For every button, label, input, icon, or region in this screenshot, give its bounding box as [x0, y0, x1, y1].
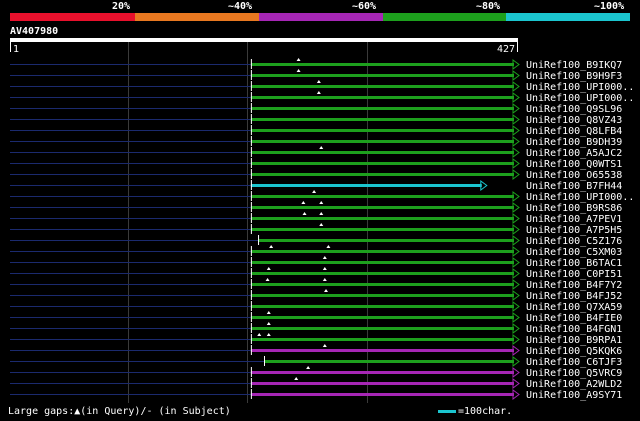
- hit-label: UniRef100_UPI000..: [526, 192, 634, 203]
- gap-marker: [302, 212, 307, 215]
- hit-bar: [250, 283, 514, 286]
- hit-bar: [250, 393, 514, 396]
- gap-marker: [266, 311, 271, 314]
- hit-bar: [250, 338, 514, 341]
- hit-bar: [250, 371, 514, 374]
- gap-marker: [319, 223, 324, 226]
- hit-label: UniRef100_B4FGN1: [526, 324, 622, 335]
- legend-swatch: [438, 409, 456, 413]
- hit-bar: [264, 360, 514, 363]
- hit-label: UniRef100_Q8VZ43: [526, 115, 622, 126]
- hit-bar: [250, 316, 514, 319]
- hit-bar: [250, 272, 514, 275]
- gap-marker: [316, 80, 321, 83]
- gap-marker: [322, 278, 327, 281]
- gap-marker: [266, 333, 271, 336]
- gap-marker: [269, 245, 274, 248]
- gap-marker: [319, 212, 324, 215]
- hit-bar: [250, 129, 514, 132]
- hit-bar: [250, 250, 514, 253]
- hit-bar: [250, 261, 514, 264]
- gap-marker: [322, 256, 327, 259]
- gap-marker: [312, 190, 317, 193]
- hit-bar: [250, 140, 514, 143]
- hit-bar: [250, 206, 514, 209]
- gap-marker: [296, 58, 301, 61]
- hit-label: UniRef100_C5Z176: [526, 236, 622, 247]
- hit-bar: [250, 195, 514, 198]
- gap-marker: [322, 344, 327, 347]
- query-end-label: 427: [497, 44, 515, 55]
- hit-label: UniRef100_A7PEV1: [526, 214, 622, 225]
- hit-label: UniRef100_A2WLD2: [526, 379, 622, 390]
- hit-bar: [250, 63, 514, 66]
- hit-label: UniRef100_Q7XA59: [526, 302, 622, 313]
- query-start-label: 1: [13, 44, 19, 55]
- gap-marker: [296, 69, 301, 72]
- hit-bar: [258, 239, 514, 242]
- gap-marker: [319, 201, 324, 204]
- hit-label: UniRef100_B4F7Y2: [526, 280, 622, 291]
- gap-marker: [319, 146, 324, 149]
- gap-marker: [324, 289, 329, 292]
- hit-bar: [250, 118, 514, 121]
- hit-bar: [250, 349, 514, 352]
- hit-label: UniRef100_Q5VRC9: [526, 368, 622, 379]
- hit-bar: [250, 294, 514, 297]
- hit-label: UniRef100_B9RS86: [526, 203, 622, 214]
- hit-bar: [250, 327, 514, 330]
- hit-label: UniRef100_B4FJ52: [526, 291, 622, 302]
- hit-label: UniRef100_B9RPA1: [526, 335, 622, 346]
- hit-bar: [250, 151, 514, 154]
- hit-label: UniRef100_B9H9F3: [526, 71, 622, 82]
- hit-bar: [250, 184, 482, 187]
- alignment-chart: 1 427UniRef100_B9IKQ7UniRef100_B9H9F3UniR…: [10, 42, 634, 403]
- gap-marker: [306, 366, 311, 369]
- hit-label: UniRef100_UPI000..: [526, 82, 634, 93]
- hit-label: UniRef100_C5XM03: [526, 247, 622, 258]
- gap-marker: [294, 377, 299, 380]
- gaps-legend: Large gaps:▲(in Query)/- (in Subject): [8, 406, 231, 417]
- legend-label: =100char.: [458, 406, 513, 417]
- hit-bar: [250, 107, 514, 110]
- hit-label: UniRef100_C6TJF3: [526, 357, 622, 368]
- hit-label: UniRef100_Q5KQK6: [526, 346, 622, 357]
- gap-marker: [266, 322, 271, 325]
- hit-bar: [250, 217, 514, 220]
- hit-bar: [250, 305, 514, 308]
- hit-label: UniRef100_A5AJC2: [526, 148, 622, 159]
- gap-marker: [322, 267, 327, 270]
- gap-marker: [316, 91, 321, 94]
- hit-bar: [250, 173, 514, 176]
- gap-marker: [301, 201, 306, 204]
- hit-label: UniRef100_C0PI51: [526, 269, 622, 280]
- gap-marker: [257, 333, 262, 336]
- hit-label: UniRef100_O65538: [526, 170, 622, 181]
- scale-legend: =100char.: [438, 406, 512, 417]
- hit-label: UniRef100_UPI000..: [526, 93, 634, 104]
- hit-label: UniRef100_Q9SL96: [526, 104, 622, 115]
- gap-marker: [266, 267, 271, 270]
- hit-bar: [250, 74, 514, 77]
- gap-marker: [265, 278, 270, 281]
- hit-label: UniRef100_A9SY71: [526, 390, 622, 401]
- hit-label: UniRef100_B9DH39: [526, 137, 622, 148]
- hit-label: UniRef100_B6TAC1: [526, 258, 622, 269]
- hit-label: UniRef100_B4FIE0: [526, 313, 622, 324]
- hit-bar: [250, 228, 514, 231]
- hit-label: UniRef100_B9IKQ7: [526, 60, 622, 71]
- hit-bar: [250, 382, 514, 385]
- hit-label: UniRef100_A7P5H5: [526, 225, 622, 236]
- hit-label: UniRef100_B7FH44: [526, 181, 622, 192]
- hit-label: UniRef100_Q0WTS1: [526, 159, 622, 170]
- hit-bar: [250, 96, 514, 99]
- gap-marker: [326, 245, 331, 248]
- hit-bar: [250, 162, 514, 165]
- hit-label: UniRef100_Q8LFB4: [526, 126, 622, 137]
- hit-bar: [250, 85, 514, 88]
